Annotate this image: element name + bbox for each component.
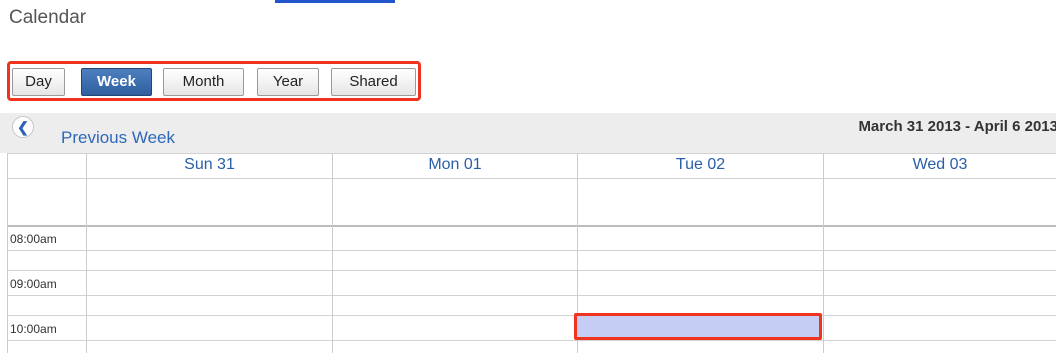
day-header-sun[interactable]: Sun 31 [87, 156, 332, 176]
chevron-left-icon[interactable]: ❮ [12, 116, 34, 138]
grid-line [7, 178, 1056, 179]
time-label-0800: 08:00am [10, 232, 57, 246]
week-grid: Sun 31 Mon 01 Tue 02 Wed 03 08:00am 09:0… [7, 153, 1056, 353]
day-header-tue[interactable]: Tue 02 [578, 156, 823, 176]
grid-line [7, 315, 1056, 316]
day-header-wed[interactable]: Wed 03 [824, 156, 1056, 176]
top-link-underline[interactable] [275, 0, 395, 3]
grid-line [86, 153, 87, 353]
page-title: Calendar [9, 7, 87, 28]
grid-line [7, 250, 1056, 251]
grid-line [7, 340, 1056, 341]
grid-line [332, 153, 333, 353]
day-header-mon[interactable]: Mon 01 [333, 156, 577, 176]
selected-time-slot[interactable] [574, 313, 822, 340]
time-label-1000: 10:00am [10, 322, 57, 336]
grid-line [7, 295, 1056, 296]
grid-line [823, 153, 824, 353]
day-view-button[interactable]: Day [12, 68, 65, 96]
grid-line [7, 270, 1056, 271]
month-view-button[interactable]: Month [163, 68, 244, 96]
year-view-button[interactable]: Year [257, 68, 319, 96]
week-view-button[interactable]: Week [81, 68, 152, 96]
grid-line [7, 225, 1056, 227]
grid-line [7, 153, 8, 353]
time-label-0900: 09:00am [10, 277, 57, 291]
grid-line [7, 153, 1056, 154]
date-range-label: March 31 2013 - April 6 2013 [858, 118, 1056, 135]
previous-week-link[interactable]: Previous Week [61, 128, 175, 148]
shared-view-button[interactable]: Shared [331, 68, 416, 96]
